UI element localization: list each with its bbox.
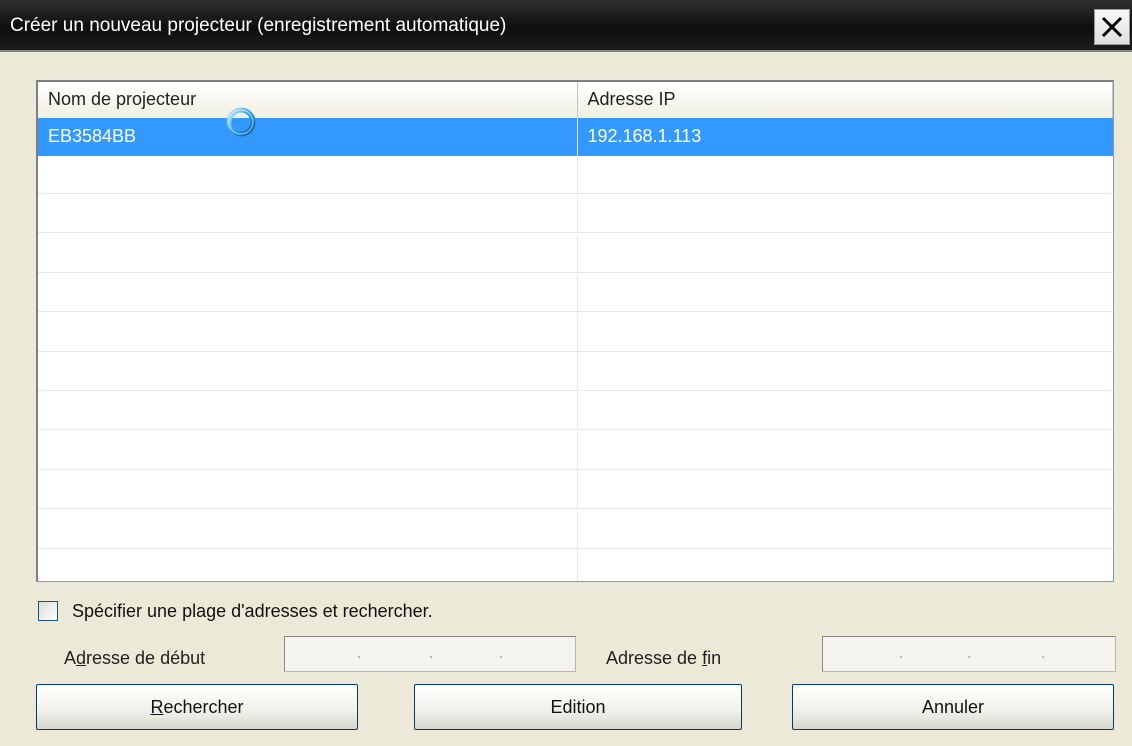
range-checkbox-label: Spécifier une plage d'adresses et recher… xyxy=(72,600,433,621)
end-address-field[interactable]: . . . xyxy=(822,636,1116,672)
empty-list-row xyxy=(38,156,1113,194)
list-body: EB3584BB 192.168.1.113 xyxy=(38,118,1113,581)
edit-button[interactable]: Edition xyxy=(414,684,742,730)
end-address-label: Adresse de fin xyxy=(606,648,722,668)
empty-cell xyxy=(38,353,578,391)
empty-list-row xyxy=(38,274,1114,313)
column-header-ip[interactable]: Adresse IP xyxy=(578,82,1113,118)
empty-list-row xyxy=(38,353,1113,391)
empty-cell xyxy=(578,274,1114,312)
title-bar: Créer un nouveau projecteur (enregistrem… xyxy=(0,0,1132,52)
empty-cell xyxy=(578,511,1114,549)
empty-cell xyxy=(38,510,578,549)
cancel-button[interactable]: Annuler xyxy=(792,684,1114,730)
range-option[interactable]: Spécifier une plage d'adresses et recher… xyxy=(38,596,433,626)
busy-spinner-icon xyxy=(226,107,256,137)
start-address-label: Adresse de début xyxy=(64,648,206,668)
empty-list-row xyxy=(38,471,1114,510)
empty-cell xyxy=(578,550,1114,581)
empty-cell xyxy=(38,274,578,313)
empty-cell xyxy=(578,314,1114,352)
projector-name-cell: EB3584BB xyxy=(38,118,578,156)
empty-cell xyxy=(38,392,578,431)
empty-cell xyxy=(578,392,1114,430)
column-header-name[interactable]: Nom de projecteur xyxy=(38,82,578,118)
empty-cell xyxy=(38,550,578,581)
empty-cell xyxy=(578,353,1114,391)
projector-list[interactable]: Nom de projecteur Adresse IP EB3584BB 19… xyxy=(36,80,1114,582)
empty-list-row xyxy=(38,195,1114,234)
empty-cell xyxy=(38,313,578,352)
empty-cell xyxy=(38,431,578,470)
empty-cell xyxy=(578,235,1114,273)
empty-list-row xyxy=(38,550,1114,581)
list-header: Nom de projecteur Adresse IP xyxy=(38,82,1113,119)
list-row[interactable]: EB3584BB 192.168.1.113 xyxy=(38,118,1113,156)
empty-list-row xyxy=(38,510,1114,549)
close-button[interactable] xyxy=(1094,9,1130,45)
empty-list-row xyxy=(38,392,1114,431)
empty-list-row xyxy=(38,313,1114,352)
search-button[interactable]: Rechercher xyxy=(36,684,358,730)
range-checkbox[interactable] xyxy=(38,601,58,621)
empty-cell xyxy=(38,195,578,234)
start-address-field[interactable]: . . . xyxy=(284,636,576,672)
window-title: Créer un nouveau projecteur (enregistrem… xyxy=(10,15,507,36)
empty-cell xyxy=(38,471,578,510)
empty-cell xyxy=(578,156,1114,194)
empty-cell xyxy=(38,234,578,273)
empty-list-row xyxy=(38,234,1114,273)
empty-cell xyxy=(578,195,1114,233)
empty-list-row xyxy=(38,431,1114,470)
empty-cell xyxy=(578,471,1114,509)
projector-ip-cell: 192.168.1.113 xyxy=(587,126,702,146)
empty-cell xyxy=(38,156,578,194)
empty-cell xyxy=(578,432,1114,470)
close-icon xyxy=(1101,16,1123,38)
